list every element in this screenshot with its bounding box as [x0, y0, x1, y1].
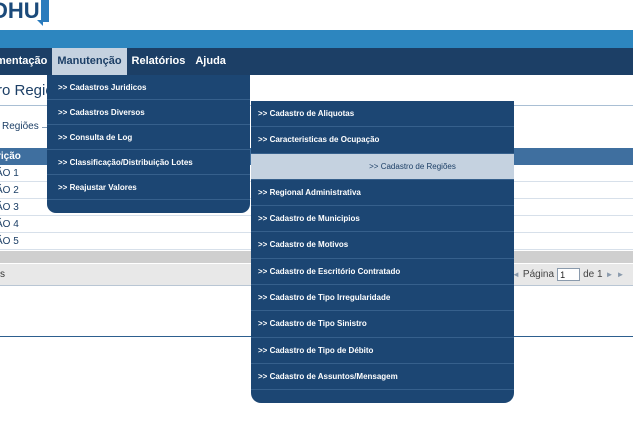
- submenu-item-regioes[interactable]: >> Cadastro de Regiões: [251, 153, 514, 180]
- submenu-item-tipo-irregularidade[interactable]: >> Cadastro de Tipo Irregularidade: [251, 285, 514, 312]
- page-label: Página: [522, 269, 555, 280]
- menu-item-consulta-log[interactable]: >> Consulta de Log: [47, 125, 250, 150]
- menu-item-reajustar-valores[interactable]: >> Reajustar Valores: [47, 175, 250, 200]
- menu-movimentacao[interactable]: mentação: [0, 48, 52, 75]
- grid-cell: ÃO 2: [0, 185, 19, 196]
- logo-mark-icon: [36, 0, 49, 26]
- page-title: ro Regiõ: [0, 82, 54, 99]
- submenu-item-assuntos-mensagem[interactable]: >> Cadastro de Assuntos/Mensagem: [251, 364, 514, 391]
- next-page-icon[interactable]: ►: [606, 270, 614, 279]
- submenu-item-escritorio-contratado[interactable]: >> Cadastro de Escritório Contratado: [251, 259, 514, 286]
- menu-manutencao[interactable]: Manutenção: [52, 48, 127, 75]
- menu-relatorios[interactable]: Relatórios: [127, 48, 191, 75]
- submenu-item-aliquotas[interactable]: >> Cadastro de Aliquotas: [251, 101, 514, 128]
- page-of-label: de 1: [583, 269, 603, 280]
- last-page-icon[interactable]: ►: [616, 270, 624, 279]
- submenu-item-caracteristicas-ocupacao[interactable]: >> Caracteristicas de Ocupação: [251, 127, 514, 154]
- submenu-item-motivos[interactable]: >> Cadastro de Motivos: [251, 232, 514, 259]
- page-number-input[interactable]: [557, 268, 581, 281]
- app-logo: DHU: [0, 0, 49, 28]
- pager-controls: ◄ Página de 1 ► ►: [512, 268, 624, 281]
- pager-left-text: s: [0, 269, 5, 280]
- logo-text: DHU: [0, 0, 40, 23]
- manutencao-dropdown: >> Cadastros Juridicos >> Cadastros Dive…: [47, 75, 250, 213]
- grid-cell: ÃO 1: [0, 168, 19, 179]
- grid-cell: ÃO 3: [0, 202, 19, 213]
- submenu-item-tipo-sinistro[interactable]: >> Cadastro de Tipo Sinistro: [251, 311, 514, 338]
- cadastros-diversos-submenu: >> Cadastro de Aliquotas >> Caracteristi…: [251, 101, 514, 403]
- menu-item-cadastros-diversos[interactable]: >> Cadastros Diversos: [47, 100, 250, 125]
- menu-item-classificacao-lotes[interactable]: >> Classificação/Distribuição Lotes: [47, 150, 250, 175]
- grid-header-label: rição: [0, 151, 21, 162]
- main-menu-bar: mentação Manutenção Relatórios Ajuda: [0, 48, 633, 75]
- submenu-item-tipo-debito[interactable]: >> Cadastro de Tipo de Débito: [251, 338, 514, 364]
- menu-ajuda[interactable]: Ajuda: [190, 48, 231, 75]
- submenu-item-municipios[interactable]: >> Cadastro de Municipios: [251, 206, 514, 233]
- grid-cell: ÃO 5: [0, 236, 19, 247]
- fieldset-legend: Regiões: [2, 121, 39, 132]
- submenu-item-regional-administrativa[interactable]: >> Regional Administrativa: [251, 180, 514, 207]
- menu-item-cadastros-juridicos[interactable]: >> Cadastros Juridicos: [47, 75, 250, 100]
- header-band: [0, 30, 633, 48]
- app-window: DHU mentação Manutenção Relatórios Ajuda…: [0, 0, 633, 421]
- grid-cell: ÃO 4: [0, 219, 19, 230]
